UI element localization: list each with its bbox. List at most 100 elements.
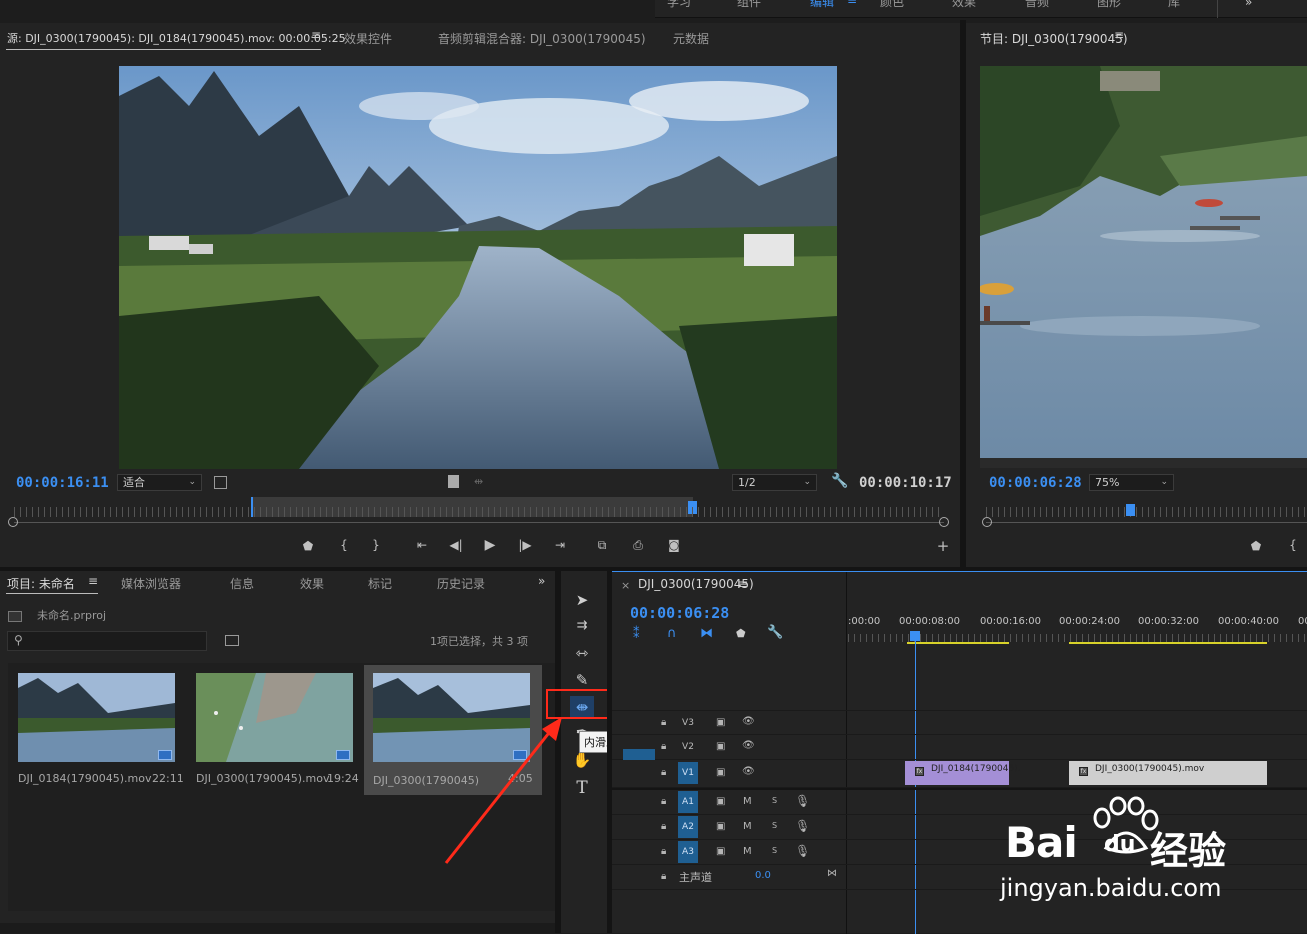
- program-h-scrollbar[interactable]: [980, 458, 1307, 468]
- mark-out-icon[interactable]: }: [367, 538, 385, 552]
- mute-button[interactable]: M: [743, 821, 752, 832]
- program-playhead[interactable]: [1126, 504, 1135, 516]
- step-forward-icon[interactable]: |▶: [516, 538, 534, 552]
- track-label[interactable]: A3: [678, 841, 698, 863]
- ripple-edit-tool-icon[interactable]: ⇿: [570, 642, 594, 664]
- workspace-tab-learn[interactable]: 学习: [667, 0, 691, 10]
- tab-project[interactable]: 项目: 未命名: [7, 575, 75, 592]
- workspace-tab-color[interactable]: 颜色: [880, 0, 904, 10]
- razor-tool-icon[interactable]: ✎: [570, 669, 594, 691]
- solo-button[interactable]: S: [772, 796, 777, 805]
- drag-video-icon[interactable]: [448, 475, 459, 488]
- snap-icon[interactable]: ∩: [667, 626, 677, 641]
- track-label[interactable]: A1: [678, 791, 698, 813]
- microphone-icon[interactable]: 🎙︎: [795, 794, 810, 808]
- lock-icon[interactable]: 🔒︎: [661, 767, 666, 778]
- sync-lock-icon[interactable]: ▣: [716, 796, 725, 807]
- mute-button[interactable]: M: [743, 796, 752, 807]
- tab-sequence[interactable]: DJI_0300(1790045): [638, 577, 754, 591]
- sync-lock-icon[interactable]: ▣: [716, 821, 725, 832]
- solo-button[interactable]: S: [772, 821, 777, 830]
- project-menu-icon[interactable]: ≡: [88, 574, 98, 588]
- project-item[interactable]: DJI_0184(1790045).mov 22:11: [12, 667, 184, 795]
- sync-lock-icon[interactable]: ▣: [716, 767, 725, 778]
- tab-effects[interactable]: 效果: [300, 575, 324, 592]
- tab-metadata[interactable]: 元数据: [673, 30, 709, 47]
- play-icon[interactable]: ▶: [481, 537, 499, 553]
- tab-media-browser[interactable]: 媒体浏览器: [121, 575, 181, 592]
- workspace-tab-libraries[interactable]: 库: [1168, 0, 1180, 10]
- program-scrub-bar[interactable]: [986, 522, 1307, 523]
- tab-source[interactable]: 源: DJI_0300(1790045): DJI_0184(1790045).…: [7, 30, 346, 46]
- microphone-icon[interactable]: 🎙︎: [795, 819, 810, 833]
- project-item[interactable]: DJI_0300(1790045).mov 19:24: [190, 667, 362, 795]
- lock-icon[interactable]: 🔒︎: [661, 717, 666, 728]
- lock-icon[interactable]: 🔒︎: [661, 821, 666, 832]
- eye-icon[interactable]: 👁︎: [742, 740, 755, 751]
- safe-margins-icon[interactable]: [214, 476, 227, 489]
- type-tool-icon[interactable]: T: [570, 777, 594, 799]
- eye-icon[interactable]: 👁︎: [742, 766, 755, 777]
- new-bin-from-search-icon[interactable]: [225, 635, 239, 646]
- sync-lock-icon[interactable]: ▣: [716, 846, 725, 857]
- linked-selection-icon[interactable]: ⧓: [700, 626, 713, 641]
- add-button-icon[interactable]: +: [934, 537, 952, 555]
- lock-icon[interactable]: 🔒︎: [661, 846, 666, 857]
- track-label[interactable]: V3: [678, 712, 698, 734]
- track-label[interactable]: V1: [678, 762, 698, 784]
- project-search-input[interactable]: ⚲: [7, 631, 207, 651]
- mark-in-icon[interactable]: {: [335, 538, 353, 552]
- workspace-tab-assembly[interactable]: 组件: [737, 0, 761, 10]
- lock-icon[interactable]: 🔒︎: [661, 741, 666, 752]
- source-scrub-bar[interactable]: [14, 522, 944, 523]
- panel-overflow-icon[interactable]: »: [538, 574, 545, 588]
- workspace-tab-graphics[interactable]: 图形: [1097, 0, 1121, 10]
- sequence-menu-icon[interactable]: ≡: [738, 577, 748, 591]
- program-timecode[interactable]: 00:00:06:28: [989, 475, 1082, 491]
- marker-icon[interactable]: ⬟: [299, 539, 317, 553]
- workspace-tab-audio[interactable]: 音频: [1025, 0, 1049, 10]
- sync-lock-icon[interactable]: ▣: [716, 717, 725, 728]
- tab-effect-controls[interactable]: 效果控件: [344, 30, 392, 47]
- tab-info[interactable]: 信息: [230, 575, 254, 592]
- resolution-dropdown[interactable]: 1/2 ⌄: [732, 474, 817, 491]
- source-fit-dropdown[interactable]: 适合 ⌄: [117, 474, 202, 491]
- insert-icon[interactable]: ⧉: [593, 538, 611, 553]
- tab-history[interactable]: 历史记录: [437, 575, 485, 592]
- tab-markers[interactable]: 标记: [368, 575, 392, 592]
- go-to-out-icon[interactable]: ⇥: [551, 538, 569, 552]
- track-label[interactable]: A2: [678, 816, 698, 838]
- program-scrub-start-handle[interactable]: [982, 517, 992, 527]
- lock-icon[interactable]: 🔒︎: [661, 796, 666, 807]
- workspace-overflow-icon[interactable]: »: [1245, 0, 1252, 9]
- lock-icon[interactable]: 🔒︎: [661, 871, 666, 882]
- track-label[interactable]: V2: [678, 736, 698, 758]
- selection-tool-icon[interactable]: ➤: [570, 589, 594, 611]
- add-marker-icon[interactable]: ⬟: [736, 627, 746, 640]
- track-select-tool-icon[interactable]: ⇉: [570, 615, 594, 637]
- program-marker-icon[interactable]: ⬟: [1247, 539, 1265, 553]
- source-patch-v1[interactable]: [623, 749, 655, 760]
- nest-toggle-icon[interactable]: ⁑: [633, 627, 640, 642]
- source-timecode[interactable]: 00:00:16:11: [16, 475, 109, 491]
- workspace-menu-icon[interactable]: ≡: [847, 0, 857, 7]
- program-menu-icon[interactable]: ≡: [1114, 28, 1124, 42]
- timeline-playhead-head[interactable]: [910, 631, 920, 641]
- step-back-icon[interactable]: ◀|: [447, 538, 465, 552]
- scrub-start-handle[interactable]: [8, 517, 18, 527]
- master-volume-value[interactable]: 0.0: [755, 870, 771, 881]
- eye-icon[interactable]: 👁︎: [742, 716, 755, 727]
- timeline-clip[interactable]: fx DJI_0300(1790045).mov: [1069, 761, 1267, 785]
- timeline-timecode[interactable]: 00:00:06:28: [630, 604, 729, 622]
- timeline-clip[interactable]: fx DJI_0184(1790045).: [905, 761, 1021, 785]
- mute-button[interactable]: M: [743, 846, 752, 857]
- overwrite-icon[interactable]: ⎙: [629, 538, 647, 553]
- wrench-icon[interactable]: 🔧: [831, 473, 848, 489]
- program-zoom-dropdown[interactable]: 75% ⌄: [1089, 474, 1174, 491]
- workspace-tab-effects[interactable]: 效果: [952, 0, 976, 10]
- source-menu-icon[interactable]: ≡: [311, 28, 321, 42]
- close-sequence-icon[interactable]: ×: [621, 579, 630, 592]
- solo-button[interactable]: S: [772, 846, 777, 855]
- program-mark-in-icon[interactable]: {: [1284, 538, 1302, 552]
- tab-audio-clip-mixer[interactable]: 音频剪辑混合器: DJI_0300(1790045): [438, 30, 646, 47]
